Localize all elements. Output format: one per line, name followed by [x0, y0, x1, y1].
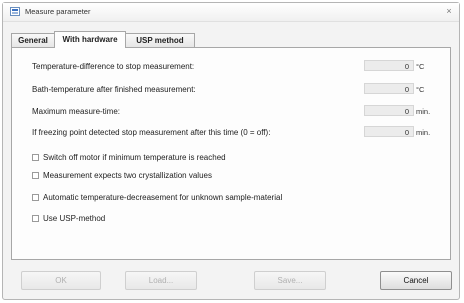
- bath-temperature-label: Bath-temperature after finished measurem…: [32, 85, 196, 94]
- use-usp-method-checkbox[interactable]: [32, 215, 39, 222]
- temp-difference-unit: °C: [416, 62, 425, 71]
- max-measure-time-label: Maximum measure-time:: [32, 107, 121, 116]
- switch-off-motor-checkbox[interactable]: [32, 154, 39, 161]
- temp-difference-value: 0: [404, 62, 409, 71]
- title-bar: Measure parameter ×: [3, 3, 459, 22]
- freezing-point-stop-value: 0: [404, 128, 409, 137]
- close-button[interactable]: ×: [443, 6, 455, 17]
- save-button[interactable]: Save...: [254, 271, 326, 290]
- cancel-button[interactable]: Cancel: [380, 271, 452, 290]
- auto-temp-decrease-checkbox[interactable]: [32, 194, 39, 201]
- bath-temperature-unit: °C: [416, 85, 425, 94]
- ok-button[interactable]: OK: [21, 271, 101, 290]
- tab-panel-with-hardware: Temperature-difference to stop measureme…: [11, 47, 451, 260]
- window-title: Measure parameter: [25, 7, 91, 16]
- tab-general[interactable]: General: [11, 33, 55, 47]
- bath-temperature-value: 0: [404, 85, 409, 94]
- max-measure-time-unit: min.: [416, 107, 431, 116]
- max-measure-time-value: 0: [404, 107, 409, 116]
- freezing-point-stop-unit: min.: [416, 128, 431, 137]
- tab-usp-method[interactable]: USP method: [125, 33, 195, 47]
- two-crystallization-checkbox[interactable]: [32, 172, 39, 179]
- load-button[interactable]: Load...: [125, 271, 197, 290]
- use-usp-method-label: Use USP-method: [43, 214, 106, 223]
- app-window-icon: [10, 7, 20, 16]
- tab-with-hardware[interactable]: With hardware: [54, 31, 126, 48]
- two-crystallization-label: Measurement expects two crystallization …: [43, 171, 212, 180]
- freezing-point-stop-label: If freezing point detected stop measurem…: [32, 128, 271, 137]
- switch-off-motor-label: Switch off motor if minimum temperature …: [43, 153, 226, 162]
- temp-difference-label: Temperature-difference to stop measureme…: [32, 62, 195, 71]
- auto-temp-decrease-label: Automatic temperature-decreasement for u…: [43, 193, 283, 202]
